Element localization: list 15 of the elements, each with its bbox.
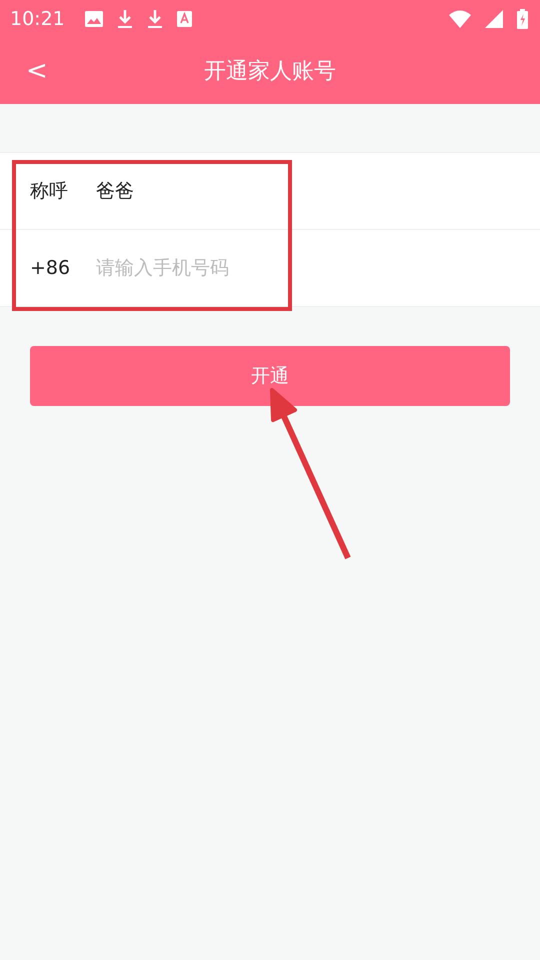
- status-time: 10:21: [10, 8, 65, 30]
- signal-icon: [485, 10, 503, 28]
- back-button[interactable]: <: [20, 52, 54, 90]
- submit-button[interactable]: 开通: [30, 346, 510, 406]
- page-title: 开通家人账号: [204, 58, 336, 86]
- font-icon: [176, 11, 192, 27]
- download-icon: [116, 9, 133, 29]
- field-label: 称呼: [30, 179, 69, 204]
- field-label: +86: [30, 257, 72, 279]
- battery-icon: [517, 9, 528, 29]
- download-icon: [146, 9, 163, 29]
- wifi-icon: [449, 10, 471, 28]
- phone-field[interactable]: 请输入手机号码: [96, 253, 296, 283]
- name-field[interactable]: 爸爸: [96, 176, 296, 206]
- image-icon: [84, 11, 103, 27]
